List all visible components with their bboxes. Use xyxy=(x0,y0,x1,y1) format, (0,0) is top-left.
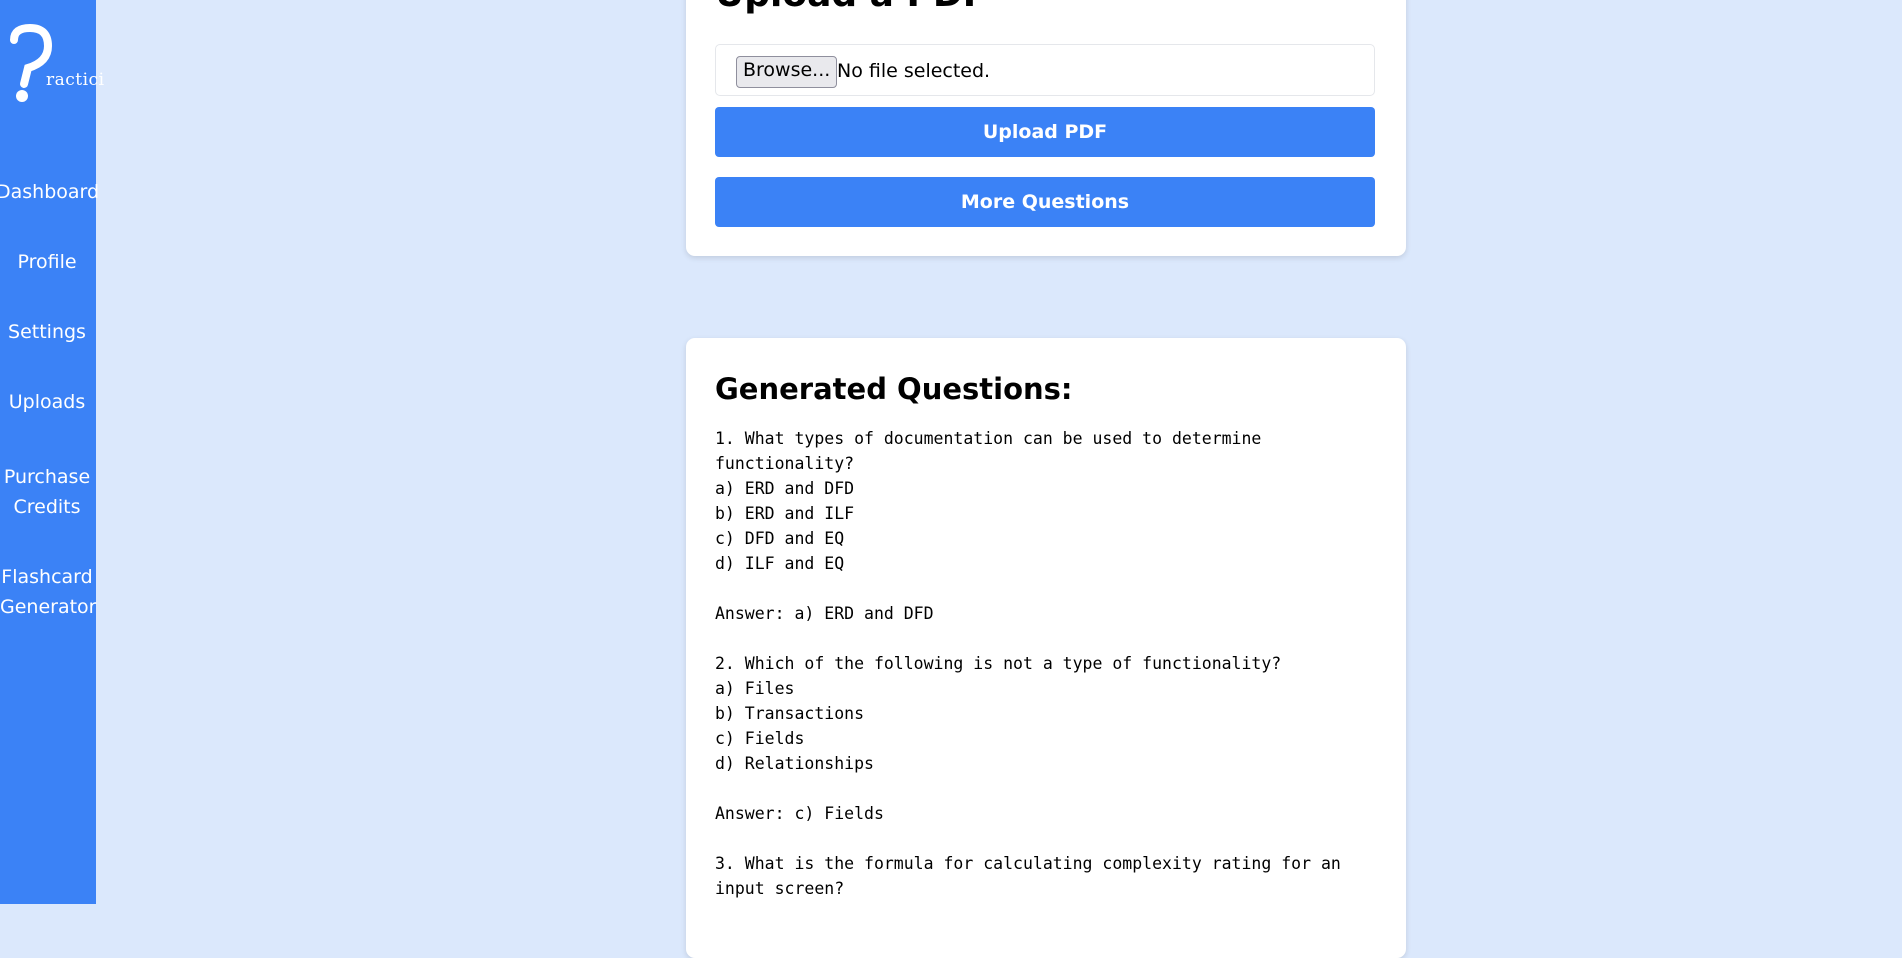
upload-pdf-button[interactable]: Upload PDF xyxy=(715,107,1375,157)
sidebar-item-settings[interactable]: Settings xyxy=(0,317,94,347)
sidebar-item-purchase-credits[interactable]: Purchase Credits xyxy=(0,462,94,522)
upload-card: Upload a PDF Browse... No file selected.… xyxy=(686,0,1406,256)
browse-button[interactable]: Browse... xyxy=(736,56,838,88)
sidebar-item-uploads[interactable]: Uploads xyxy=(0,387,94,417)
sidebar: ractici Dashboard Profile Settings Uploa… xyxy=(0,0,104,904)
file-status: No file selected. xyxy=(837,60,991,82)
sidebar-item-dashboard[interactable]: Dashboard xyxy=(0,177,99,207)
logo-question-mark-icon xyxy=(10,24,53,102)
app-logo[interactable]: ractici xyxy=(10,24,104,104)
sidebar-item-profile[interactable]: Profile xyxy=(0,247,94,277)
questions-text: 1. What types of documentation can be us… xyxy=(715,429,1341,898)
questions-card: Generated Questions: 1. What types of do… xyxy=(686,338,1406,958)
more-questions-button[interactable]: More Questions xyxy=(715,177,1375,227)
file-input[interactable]: Browse... No file selected. xyxy=(715,44,1375,96)
sidebar-item-flashcard-generator[interactable]: Flashcard Generator xyxy=(0,562,96,622)
main-content: Upload a PDF Browse... No file selected.… xyxy=(96,0,1902,958)
questions-title: Generated Questions: xyxy=(715,372,1073,406)
upload-title: Upload a PDF xyxy=(715,0,987,15)
